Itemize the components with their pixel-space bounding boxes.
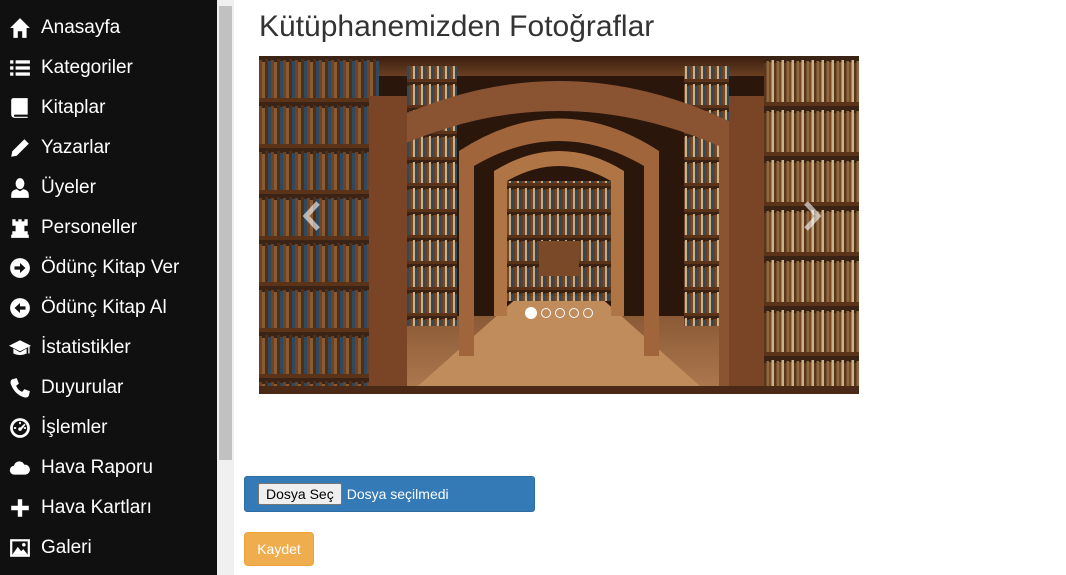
carousel-indicator[interactable] bbox=[583, 308, 593, 318]
sidebar-item-duyurular[interactable]: Duyurular bbox=[0, 368, 217, 408]
sidebar-item-label: Kitaplar bbox=[41, 97, 106, 118]
education-icon bbox=[9, 337, 31, 359]
sidebar-item-label: Personeller bbox=[41, 217, 138, 238]
sidebar-item-kitaplar[interactable]: Kitaplar bbox=[0, 88, 217, 128]
home-icon bbox=[9, 17, 31, 39]
carousel-indicator[interactable] bbox=[541, 308, 551, 318]
sidebar-item-galeri[interactable]: Galeri bbox=[0, 528, 217, 568]
library-photo bbox=[259, 56, 859, 394]
choose-file-button[interactable]: Dosya Seç bbox=[258, 483, 342, 505]
plus-icon bbox=[9, 497, 31, 519]
sidebar-item-label: Anasayfa bbox=[41, 17, 121, 38]
file-upload-field[interactable]: Dosya Seç Dosya seçilmedi bbox=[244, 476, 535, 512]
dashboard-icon bbox=[9, 417, 31, 439]
cloud-icon bbox=[9, 457, 31, 479]
carousel-next-button[interactable] bbox=[791, 196, 831, 236]
scrollbar-thumb[interactable] bbox=[219, 6, 232, 460]
sidebar-item-kategoriler[interactable]: Kategoriler bbox=[0, 48, 217, 88]
user-icon bbox=[9, 177, 31, 199]
tower-icon bbox=[9, 217, 31, 239]
carousel-indicator[interactable] bbox=[569, 308, 579, 318]
sidebar-item-label: Hava Kartları bbox=[41, 497, 152, 518]
sidebar-item-hava-kartlari[interactable]: Hava Kartları bbox=[0, 488, 217, 528]
page-title: Kütüphanemizden Fotoğraflar bbox=[259, 10, 655, 43]
carousel-indicator[interactable] bbox=[555, 308, 565, 318]
photo-carousel[interactable] bbox=[259, 56, 859, 394]
chevron-left-icon bbox=[302, 201, 320, 231]
chevron-right-icon bbox=[804, 201, 822, 231]
sidebar-item-personeller[interactable]: Personeller bbox=[0, 208, 217, 248]
sidebar-item-anasayfa[interactable]: Anasayfa bbox=[0, 8, 217, 48]
pencil-icon bbox=[9, 137, 31, 159]
sidebar-item-istatistikler[interactable]: İstatistikler bbox=[0, 328, 217, 368]
circle-arrow-left-icon bbox=[9, 297, 31, 319]
save-button[interactable]: Kaydet bbox=[244, 532, 314, 566]
sidebar-item-uyeler[interactable]: Üyeler bbox=[0, 168, 217, 208]
file-status-text: Dosya seçilmedi bbox=[346, 486, 449, 502]
sidebar-item-label: Ödünç Kitap Ver bbox=[41, 257, 180, 278]
sidebar: Anasayfa Kategoriler Kitaplar Yazarlar Ü… bbox=[0, 0, 217, 575]
sidebar-item-odunc-kitap-al[interactable]: Ödünç Kitap Al bbox=[0, 288, 217, 328]
sidebar-item-label: İşlemler bbox=[41, 417, 108, 438]
carousel-prev-button[interactable] bbox=[293, 196, 333, 236]
sidebar-item-yazarlar[interactable]: Yazarlar bbox=[0, 128, 217, 168]
sidebar-item-label: Hava Raporu bbox=[41, 457, 153, 478]
circle-arrow-right-icon bbox=[9, 257, 31, 279]
book-icon bbox=[9, 97, 31, 119]
sidebar-item-hava-raporu[interactable]: Hava Raporu bbox=[0, 448, 217, 488]
sidebar-item-label: Üyeler bbox=[41, 177, 96, 198]
scrollbar[interactable] bbox=[217, 0, 234, 575]
sidebar-item-odunc-kitap-ver[interactable]: Ödünç Kitap Ver bbox=[0, 248, 217, 288]
sidebar-item-islemler[interactable]: İşlemler bbox=[0, 408, 217, 448]
list-icon bbox=[9, 57, 31, 79]
carousel-indicator[interactable] bbox=[525, 307, 537, 319]
sidebar-item-label: İstatistikler bbox=[41, 337, 131, 358]
sidebar-item-label: Yazarlar bbox=[41, 137, 111, 158]
sidebar-item-label: Galeri bbox=[41, 537, 92, 558]
carousel-indicators bbox=[259, 307, 859, 320]
sidebar-item-label: Ödünç Kitap Al bbox=[41, 297, 167, 318]
sidebar-item-label: Duyurular bbox=[41, 377, 124, 398]
phone-icon bbox=[9, 377, 31, 399]
picture-icon bbox=[9, 537, 31, 559]
sidebar-item-label: Kategoriler bbox=[41, 57, 133, 78]
